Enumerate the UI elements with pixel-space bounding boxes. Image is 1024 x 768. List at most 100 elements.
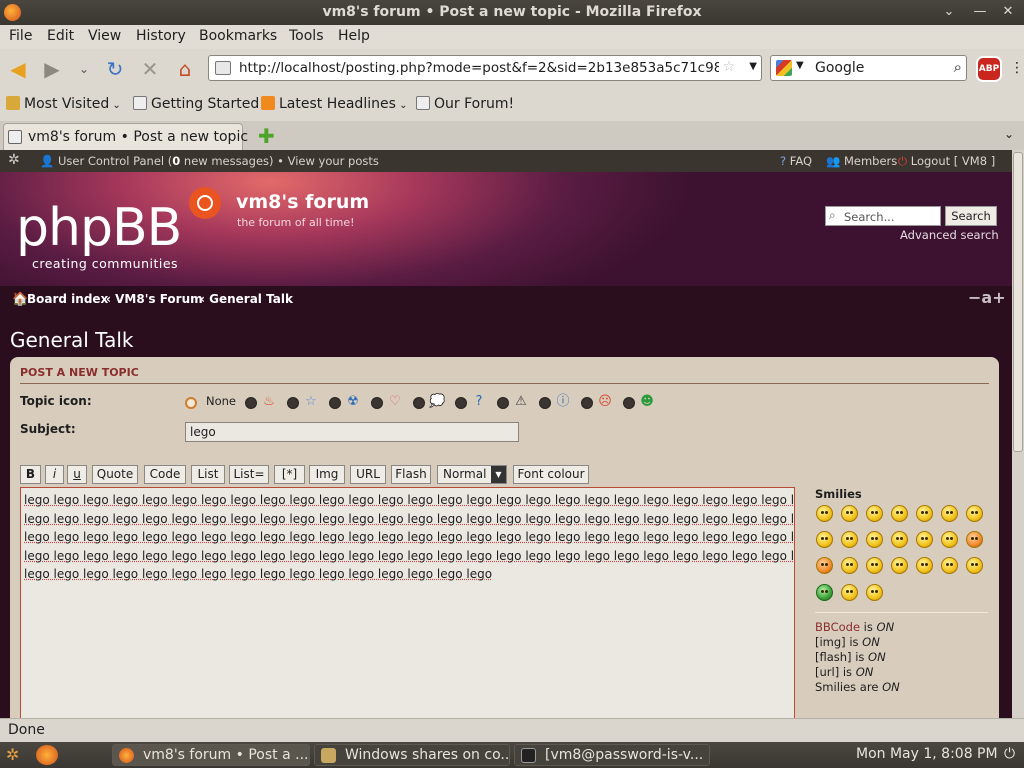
scrollbar-thumb[interactable] [1013,152,1023,452]
bookmark-getting-started[interactable]: Getting Started [133,96,259,112]
smiley-idea-icon[interactable] [916,557,933,574]
topic-icon-radio[interactable] [581,397,593,409]
ubuntu-menu-icon[interactable]: ✲ [6,745,28,765]
firefox-launcher-icon[interactable] [36,745,58,765]
forum-search-input[interactable]: ⌕ Search... [825,206,941,226]
menu-edit[interactable]: Edit [47,28,74,44]
search-engine-selector[interactable]: ▼ [774,59,810,77]
font-colour-button[interactable]: Font colour [513,465,589,484]
smiley-cool-icon[interactable] [816,531,833,548]
bookmark-star-icon[interactable]: ☆ [722,59,735,75]
history-dropdown-icon[interactable]: ⌄ [72,57,96,81]
clock[interactable]: Mon May 1, 8:08 PM [856,746,998,762]
search-engine-name[interactable]: Google [815,60,864,76]
subject-input[interactable]: lego [185,422,519,442]
tab-list-icon[interactable]: ⌄ [1004,127,1014,141]
smiley-geek-icon[interactable] [841,584,858,601]
page-title[interactable]: General Talk [10,328,133,352]
adblock-plus-icon[interactable]: ABP [976,56,1002,82]
smiley-mr-green-icon[interactable] [816,584,833,601]
topic-icon-radio[interactable] [497,397,509,409]
underline-button[interactable]: u [67,465,87,484]
forward-icon[interactable]: ▶ [40,57,64,81]
font-size-select[interactable]: Normal ▼ [437,465,507,484]
task-windows-shares[interactable]: Windows shares on co... [314,744,510,766]
topic-icon-radio[interactable] [245,397,257,409]
smiley-exclaim-icon[interactable] [866,557,883,574]
list-item-button[interactable]: [*] [274,465,305,484]
advanced-search-link[interactable]: Advanced search [900,228,999,242]
ucp-link[interactable]: 👤 User Control Panel (0 new messages) • … [40,154,379,168]
forum-search-button[interactable]: Search [945,206,997,226]
faq-link[interactable]: ? FAQ [780,154,812,168]
italic-button[interactable]: i [45,465,64,484]
search-icon[interactable]: ⌕ [954,58,962,76]
font-size-icon[interactable]: −a+ [968,288,1006,307]
ordered-list-button[interactable]: List= [229,465,269,484]
close-button[interactable]: ✕ [998,3,1018,21]
smiley-neutral-icon[interactable] [966,557,983,574]
menu-history[interactable]: History [136,28,186,44]
new-tab-icon[interactable]: ✚ [258,124,275,148]
smiley-twisted-evil-icon[interactable] [816,557,833,574]
bookmark-latest-headlines[interactable]: Latest Headlines ⌄ [261,96,407,112]
home-icon[interactable]: ⌂ [173,57,197,81]
topic-icon-radio[interactable] [539,397,551,409]
smiley-wink-icon[interactable] [866,505,883,522]
topic-icon-radio[interactable] [371,397,383,409]
smiley-question-icon[interactable] [891,557,908,574]
flash-button[interactable]: Flash [391,465,431,484]
bookmark-our-forum[interactable]: Our Forum! [416,96,514,112]
url-button[interactable]: URL [350,465,386,484]
smiley-embarrassed-icon[interactable] [916,531,933,548]
smiley-shocked-icon[interactable] [941,505,958,522]
img-button[interactable]: Img [309,465,345,484]
members-link[interactable]: 👥 Members [826,154,897,168]
url-dropdown-icon[interactable]: ▼ [749,61,757,72]
topic-icon-radio[interactable] [413,397,425,409]
menu-tools[interactable]: Tools [289,28,324,44]
bookmark-most-visited[interactable]: Most Visited ⌄ [6,96,121,112]
breadcrumb-forum[interactable]: ‹ VM8's Forum [106,292,203,306]
menu-view[interactable]: View [88,28,121,44]
url-bar[interactable]: http://localhost/posting.php?mode=post&f… [208,55,762,81]
topic-icon-radio[interactable] [455,397,467,409]
quote-button[interactable]: Quote [92,465,138,484]
logout-link[interactable]: ⏻ Logout [ VM8 ] [898,154,995,169]
list-button[interactable]: List [191,465,225,484]
tab-forum[interactable]: vm8's forum • Post a new topic [3,123,248,150]
stop-icon[interactable]: ✕ [138,57,162,81]
power-icon[interactable]: ⏻ [1004,746,1015,762]
url-text[interactable]: http://localhost/posting.php?mode=post&f… [239,60,719,76]
smiley-confused-icon[interactable] [966,505,983,522]
site-identity-icon[interactable] [215,61,231,75]
topic-icon-radio[interactable] [623,397,635,409]
reload-icon[interactable]: ↻ [103,57,127,81]
home-icon[interactable]: 🏠 [12,292,28,307]
smiley-smile-icon[interactable] [841,505,858,522]
minimize-down-button[interactable]: ⌄ [939,3,959,21]
search-bar[interactable]: ▼ Google ⌕ [770,55,967,81]
back-icon[interactable]: ◀ [6,57,30,81]
menu-help[interactable]: Help [338,28,370,44]
overflow-menu-icon[interactable]: ⋮ [1010,60,1024,76]
breadcrumb-board-index[interactable]: Board index [27,292,108,306]
task-firefox[interactable]: vm8's forum • Post a ... [112,744,310,766]
message-textarea[interactable]: lego lego lego lego lego lego lego lego … [20,487,795,718]
bold-button[interactable]: B [20,465,41,484]
task-terminal[interactable]: [vm8@password-is-v... [514,744,710,766]
smiley-mad-icon[interactable] [866,531,883,548]
topic-icon-radio[interactable] [329,397,341,409]
smiley-sad-icon[interactable] [891,505,908,522]
topic-icon-none-radio[interactable] [185,397,197,409]
menu-file[interactable]: File [9,28,32,44]
smiley-laughing-icon[interactable] [841,531,858,548]
breadcrumb-general-talk[interactable]: ‹ General Talk [200,292,293,306]
smiley-crying-icon[interactable] [941,531,958,548]
smiley-razz-icon[interactable] [891,531,908,548]
smiley-arrow-icon[interactable] [941,557,958,574]
smiley-uber-geek-icon[interactable] [866,584,883,601]
smiley-evil-icon[interactable] [966,531,983,548]
minimize-button[interactable]: — [970,3,990,21]
smiley-very-happy-icon[interactable] [816,505,833,522]
